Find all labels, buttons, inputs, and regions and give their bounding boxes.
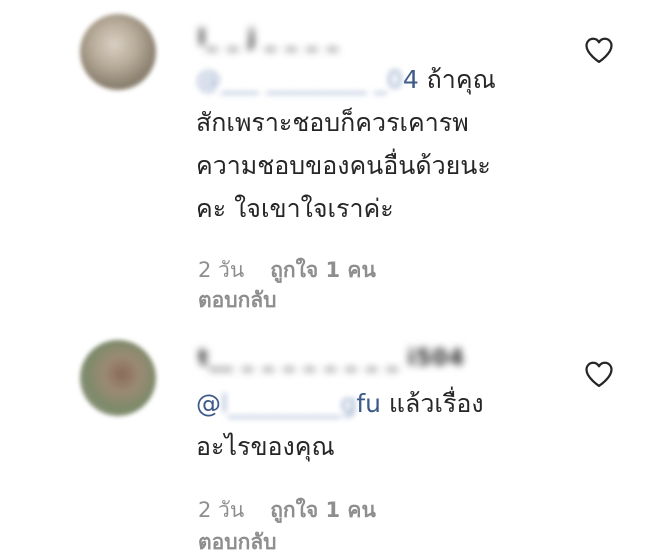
avatar[interactable]	[80, 14, 156, 90]
comment-text-line: ถ้าคุณ	[418, 65, 496, 94]
mention-link[interactable]: fu	[356, 389, 381, 418]
comment-meta: 2 วัน ถูกใจ 1 คน	[198, 494, 376, 527]
reply-button[interactable]: ตอบกลับ	[198, 284, 277, 317]
heart-outline-icon[interactable]	[584, 360, 614, 388]
mention-link-blurred[interactable]: @___ ________ _0	[196, 65, 403, 94]
mention-link[interactable]: 4	[403, 65, 419, 94]
reply-button[interactable]: ตอบกลับ	[198, 526, 277, 559]
comment-text: @___ ________ _04 ถ้าคุณ สักเพราะชอบก็คว…	[196, 58, 576, 230]
comment-meta: 2 วัน ถูกใจ 1 คน	[198, 254, 376, 287]
comment-text-line: คะ ใจเขาใจเราค่ะ	[196, 194, 394, 223]
comment-likes[interactable]: ถูกใจ 1 คน	[270, 498, 376, 522]
mention-link-blurred[interactable]: l_________g	[221, 389, 356, 418]
heart-outline-icon[interactable]	[584, 36, 614, 64]
comment-item: t__ _ _ _ _ _ _ _ _ i504 @l_________gfu …	[0, 330, 651, 560]
comment-time: 2 วัน	[198, 498, 245, 522]
comment-username[interactable]: l_ _ j _ _ _ _	[198, 26, 339, 54]
comment-text-line: อะไรของคุณ	[196, 432, 335, 461]
comment-item: l_ _ j _ _ _ _ @___ ________ _04 ถ้าคุณ …	[0, 0, 651, 330]
avatar[interactable]	[80, 340, 156, 416]
comment-text-line: สักเพราะชอบก็ควรเคารพ	[196, 108, 469, 137]
comment-username[interactable]: t__ _ _ _ _ _ _ _ _ i504	[198, 346, 465, 374]
comment-text-line: ความชอบของคนอื่นด้วยนะ	[196, 151, 491, 180]
mention-at[interactable]: @	[196, 389, 221, 418]
comments-list: l_ _ j _ _ _ _ @___ ________ _04 ถ้าคุณ …	[0, 0, 651, 560]
comment-text-line: แล้วเรื่อง	[380, 389, 484, 418]
comment-text: @l_________gfu แล้วเรื่อง อะไรของคุณ	[196, 382, 576, 468]
comment-likes[interactable]: ถูกใจ 1 คน	[270, 258, 376, 282]
comment-time: 2 วัน	[198, 258, 245, 282]
